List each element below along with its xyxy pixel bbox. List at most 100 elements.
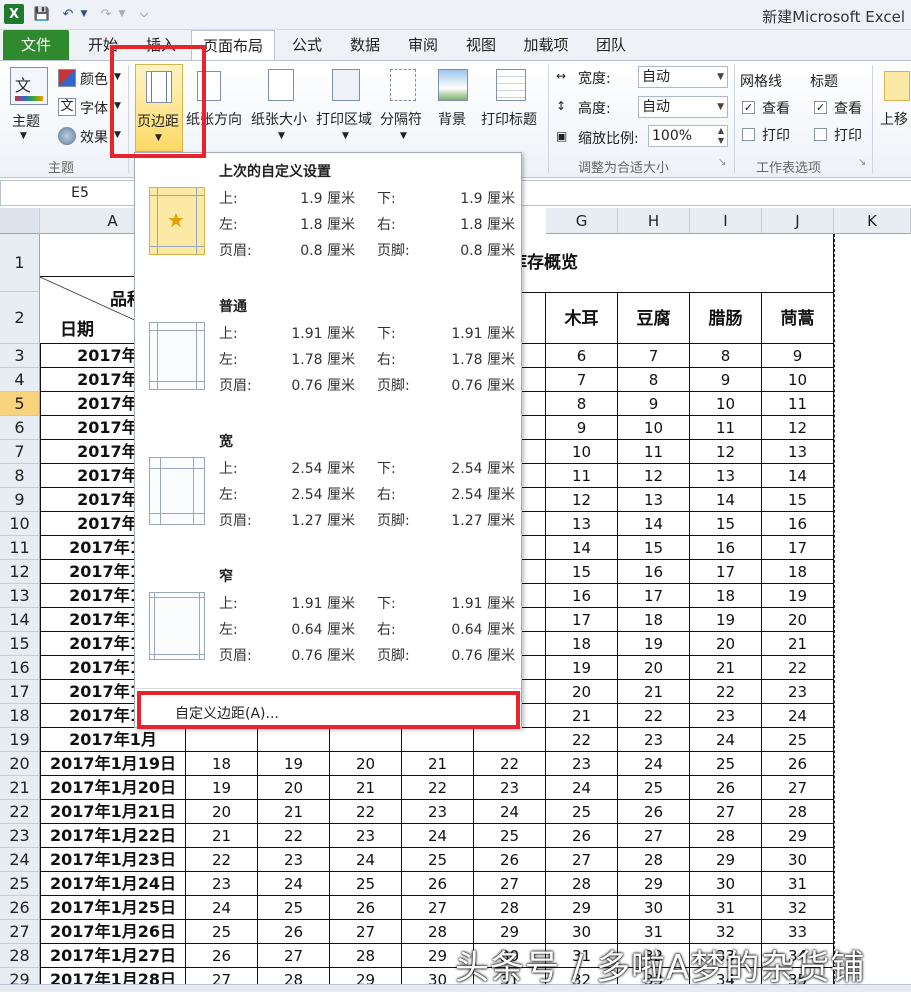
data-cell[interactable]: 23: [258, 848, 330, 872]
data-cell[interactable]: 25: [546, 800, 618, 824]
row-header[interactable]: 23: [0, 824, 40, 848]
data-cell[interactable]: 23: [762, 680, 834, 704]
data-cell[interactable]: 18: [618, 608, 690, 632]
date-cell[interactable]: 2017年1月22日: [40, 824, 186, 848]
data-cell[interactable]: 24: [186, 896, 258, 920]
data-cell[interactable]: 26: [690, 776, 762, 800]
data-cell[interactable]: 19: [762, 584, 834, 608]
data-cell[interactable]: 25: [402, 848, 474, 872]
row-header[interactable]: 6: [0, 416, 40, 440]
row-header[interactable]: 12: [0, 560, 40, 584]
data-cell[interactable]: 21: [402, 752, 474, 776]
data-cell[interactable]: 13: [546, 512, 618, 536]
data-cell[interactable]: 29: [690, 848, 762, 872]
data-cell[interactable]: 14: [690, 488, 762, 512]
data-cell[interactable]: 32: [762, 896, 834, 920]
data-cell[interactable]: 23: [618, 728, 690, 752]
data-cell[interactable]: 15: [762, 488, 834, 512]
data-cell[interactable]: 13: [690, 464, 762, 488]
dialog-launcher-icon[interactable]: ↘: [718, 157, 726, 168]
margin-preset-item[interactable]: 宽上: 2.54 厘米 下: 2.54 厘米 左: 2.54 厘米 右: 2.54 厘米 页眉:…: [135, 425, 521, 560]
data-cell[interactable]: 21: [690, 656, 762, 680]
data-cell[interactable]: 29: [546, 896, 618, 920]
data-cell[interactable]: 25: [186, 920, 258, 944]
data-cell[interactable]: 27: [474, 872, 546, 896]
print-titles-button[interactable]: 打印标题: [481, 109, 537, 129]
data-cell[interactable]: [474, 728, 546, 752]
data-cell[interactable]: 27: [690, 800, 762, 824]
select-all-corner[interactable]: [0, 208, 40, 234]
date-cell[interactable]: 2017年1月27日: [40, 944, 186, 968]
date-cell[interactable]: 2017年1月20日: [40, 776, 186, 800]
gridlines-print-checkbox[interactable]: [742, 128, 755, 141]
data-cell[interactable]: 22: [690, 680, 762, 704]
data-cell[interactable]: 20: [690, 632, 762, 656]
data-cell[interactable]: 8: [618, 368, 690, 392]
redo-dropdown-icon[interactable]: ▼: [116, 4, 128, 24]
data-cell[interactable]: 24: [546, 776, 618, 800]
tab-formulas[interactable]: 公式: [282, 30, 332, 60]
data-cell[interactable]: 7: [618, 344, 690, 368]
data-cell[interactable]: 27: [258, 944, 330, 968]
data-cell[interactable]: 8: [546, 392, 618, 416]
height-select[interactable]: 自动 ▼: [638, 96, 728, 118]
header-cell[interactable]: 木耳: [546, 292, 618, 344]
colors-button[interactable]: 颜色: [80, 69, 108, 89]
data-cell[interactable]: 28: [762, 800, 834, 824]
row-header[interactable]: 4: [0, 368, 40, 392]
row-header[interactable]: 24: [0, 848, 40, 872]
data-cell[interactable]: 6: [546, 344, 618, 368]
undo-icon[interactable]: ↶: [58, 4, 78, 24]
undo-dropdown-icon[interactable]: ▼: [78, 4, 90, 24]
data-cell[interactable]: 26: [258, 920, 330, 944]
data-cell[interactable]: 11: [546, 464, 618, 488]
data-cell[interactable]: 27: [330, 920, 402, 944]
data-cell[interactable]: 23: [186, 872, 258, 896]
tab-addins[interactable]: 加载项: [514, 30, 578, 60]
bring-forward-button[interactable]: 上移: [880, 109, 908, 129]
scale-stepper[interactable]: 100% ▲ ▼: [648, 125, 728, 147]
data-cell[interactable]: 23: [474, 776, 546, 800]
data-cell[interactable]: 17: [618, 584, 690, 608]
data-cell[interactable]: 14: [762, 464, 834, 488]
data-cell[interactable]: 25: [762, 728, 834, 752]
excel-logo-icon[interactable]: X: [4, 4, 24, 24]
row-header[interactable]: 9: [0, 488, 40, 512]
margin-preset-item[interactable]: 窄上: 1.91 厘米 下: 1.91 厘米 左: 0.64 厘米 右: 0.64 厘米 页眉:…: [135, 560, 521, 695]
data-cell[interactable]: 20: [258, 776, 330, 800]
data-cell[interactable]: 26: [330, 896, 402, 920]
date-cell[interactable]: 2017年1月23日: [40, 848, 186, 872]
date-cell[interactable]: 2017年1月19日: [40, 752, 186, 776]
gridlines-view-checkbox[interactable]: ✓: [742, 101, 755, 114]
data-cell[interactable]: 27: [762, 776, 834, 800]
data-cell[interactable]: 26: [402, 872, 474, 896]
data-cell[interactable]: 18: [186, 752, 258, 776]
row-header[interactable]: 5: [0, 392, 40, 416]
row-header[interactable]: 10: [0, 512, 40, 536]
tab-file[interactable]: 文件: [3, 30, 69, 60]
customize-qat-icon[interactable]: ⌵: [134, 4, 154, 24]
data-cell[interactable]: 16: [546, 584, 618, 608]
header-cell[interactable]: 腊肠: [690, 292, 762, 344]
dialog-launcher-icon[interactable]: ↘: [858, 157, 866, 168]
data-cell[interactable]: 19: [258, 752, 330, 776]
data-cell[interactable]: 24: [690, 728, 762, 752]
column-header-j[interactable]: J: [762, 208, 834, 234]
column-header-k[interactable]: K: [834, 208, 911, 234]
data-cell[interactable]: 9: [690, 368, 762, 392]
row-header[interactable]: 8: [0, 464, 40, 488]
fonts-button[interactable]: 字体: [80, 98, 108, 118]
date-cell[interactable]: 2017年1月25日: [40, 896, 186, 920]
data-cell[interactable]: 28: [618, 848, 690, 872]
row-header[interactable]: 13: [0, 584, 40, 608]
data-cell[interactable]: 11: [690, 416, 762, 440]
data-cell[interactable]: 15: [690, 512, 762, 536]
data-cell[interactable]: 13: [618, 488, 690, 512]
data-cell[interactable]: 24: [618, 752, 690, 776]
data-cell[interactable]: 20: [186, 800, 258, 824]
data-cell[interactable]: 21: [258, 800, 330, 824]
data-cell[interactable]: 20: [618, 656, 690, 680]
print-area-button[interactable]: 打印区域: [316, 109, 372, 129]
headings-print-checkbox[interactable]: [814, 128, 827, 141]
data-cell[interactable]: 24: [402, 824, 474, 848]
